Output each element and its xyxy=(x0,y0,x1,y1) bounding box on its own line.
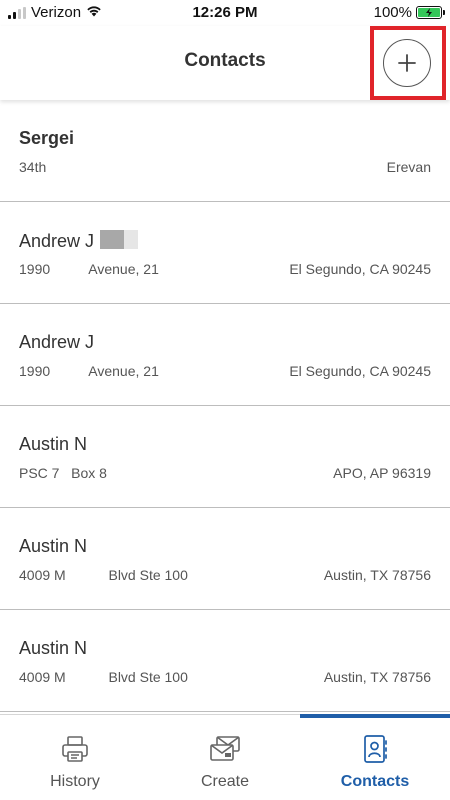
contact-name: Austin N xyxy=(19,434,88,454)
tab-label: Contacts xyxy=(340,773,410,790)
contact-street: PSC 7 Box 8 xyxy=(19,465,107,481)
plus-icon xyxy=(398,54,416,72)
contact-city: Erevan xyxy=(386,159,431,175)
printer-icon xyxy=(60,733,90,765)
contact-city: El Segundo, CA 90245 xyxy=(289,261,431,277)
contact-list: Sergei 34th Erevan Andrew J 1990 Avenue,… xyxy=(0,100,450,712)
contact-row[interactable]: Sergei 34th Erevan xyxy=(0,100,450,202)
tab-label: Create xyxy=(200,773,250,790)
contact-city: Austin, TX 78756 xyxy=(323,567,431,583)
redaction-block xyxy=(100,230,139,249)
contact-name: Austin N xyxy=(19,638,88,658)
contact-name: Austin N xyxy=(19,536,88,556)
contact-row[interactable]: Austin N 4009 M Blvd Ste 100 Austin, TX … xyxy=(0,508,450,610)
contact-name-wrap: Andrew J xyxy=(19,230,139,252)
contact-street: 4009 M Blvd Ste 100 xyxy=(19,567,188,583)
battery-percent: 100% xyxy=(373,4,412,21)
navigation-bar: Contacts xyxy=(0,26,450,100)
contact-street: 4009 M Blvd Ste 100 xyxy=(19,669,188,685)
contact-city: El Segundo, CA 90245 xyxy=(289,363,431,379)
contact-street: 34th xyxy=(19,159,47,175)
tab-label: History xyxy=(50,773,100,790)
tab-history[interactable]: History xyxy=(0,715,150,800)
tab-bar: History Create Contacts xyxy=(0,714,450,800)
status-right: 100% xyxy=(373,4,445,21)
contact-name: Andrew J xyxy=(19,332,95,352)
status-bar: Verizon 12:26 PM 100% xyxy=(0,0,450,26)
envelope-icon xyxy=(208,733,242,765)
tab-contacts[interactable]: Contacts xyxy=(300,714,450,800)
contact-name: Andrew J xyxy=(19,231,95,251)
tab-create[interactable]: Create xyxy=(150,715,300,800)
contact-name: Sergei xyxy=(19,128,75,148)
contact-card-icon xyxy=(360,733,390,765)
contact-row[interactable]: Austin N PSC 7 Box 8 APO, AP 96319 xyxy=(0,406,450,508)
contact-row[interactable]: Andrew J 1990 Avenue, 21 El Segundo, CA … xyxy=(0,304,450,406)
add-contact-button[interactable] xyxy=(383,39,431,87)
battery-icon xyxy=(416,6,445,19)
contact-row[interactable]: Austin N 4009 M Blvd Ste 100 Austin, TX … xyxy=(0,610,450,712)
contact-city: Austin, TX 78756 xyxy=(323,669,431,685)
contact-city: APO, AP 96319 xyxy=(333,465,431,481)
contact-street: 1990 Avenue, 21 xyxy=(19,363,159,379)
contact-street: 1990 Avenue, 21 xyxy=(19,261,159,277)
contact-row[interactable]: Andrew J 1990 Avenue, 21 El Segundo, CA … xyxy=(0,202,450,304)
